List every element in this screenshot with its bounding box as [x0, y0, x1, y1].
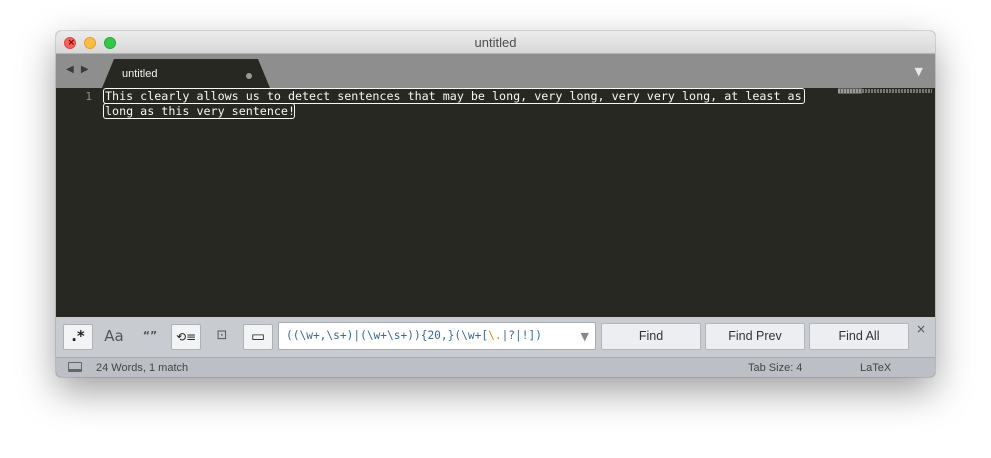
tab-label: untitled [122, 68, 158, 80]
wrap-toggle[interactable]: ⟲≡ [171, 324, 201, 350]
find-panel: .* Aa “” ⟲≡ ⊡ ▭ ((\w+,\s+)|(\w+\s+)){20,… [56, 317, 935, 357]
find-input[interactable]: ((\w+,\s+)|(\w+\s+)){20,}(\w+[\.|?|!]) ▼ [278, 322, 596, 350]
panel-toggle-icon[interactable] [68, 362, 82, 372]
regex-toggle[interactable]: .* [63, 324, 93, 350]
close-find-panel-icon[interactable]: × [916, 322, 926, 336]
code-line: long as this very sentence! [105, 104, 295, 118]
editor-area[interactable]: 1 This clearly allows us to detect sente… [56, 88, 935, 317]
in-selection-toggle[interactable]: ⊡ [207, 324, 237, 350]
tab-size-selector[interactable]: Tab Size: 4 [748, 362, 802, 374]
find-query: ((\w+,\s+)|(\w+\s+)){20,}(\w+[\.|?|!]) [286, 329, 542, 342]
tab-list-dropdown-icon[interactable]: ▼ [915, 65, 923, 78]
status-bar: 24 Words, 1 match Tab Size: 4 LaTeX [56, 357, 935, 377]
syntax-selector[interactable]: LaTeX [860, 362, 891, 374]
code-text[interactable]: This clearly allows us to detect sentenc… [105, 89, 802, 119]
app-window: × untitled ◀ ▶ untitled ▼ 1 This clearly… [56, 31, 935, 377]
find-query-part: |?|!]) [501, 329, 542, 342]
tab-bar: ◀ ▶ untitled ▼ [56, 54, 935, 88]
find-query-part: ((\w+,\s+)|(\w+\s+)){20,}(\w+[ [286, 329, 489, 342]
line-number: 1 [85, 90, 92, 103]
minimap-viewport[interactable] [838, 88, 862, 94]
find-prev-button[interactable]: Find Prev [705, 323, 805, 350]
unsaved-dot-icon[interactable] [246, 73, 252, 79]
window-title: untitled [474, 35, 517, 50]
find-button[interactable]: Find [601, 323, 701, 350]
tab-untitled[interactable]: untitled [102, 59, 270, 88]
title-bar: × untitled [56, 31, 935, 54]
tab-nav-arrows-icon[interactable]: ◀ ▶ [66, 64, 91, 75]
find-query-escape: \. [488, 329, 502, 342]
whole-word-toggle[interactable]: “” [135, 324, 165, 350]
highlight-matches-toggle[interactable]: ▭ [243, 324, 273, 350]
find-history-dropdown-icon[interactable]: ▼ [581, 330, 589, 343]
case-sensitive-toggle[interactable]: Aa [99, 324, 129, 350]
status-info: 24 Words, 1 match [96, 362, 189, 374]
find-all-button[interactable]: Find All [809, 323, 909, 350]
code-line: This clearly allows us to detect sentenc… [105, 89, 802, 103]
